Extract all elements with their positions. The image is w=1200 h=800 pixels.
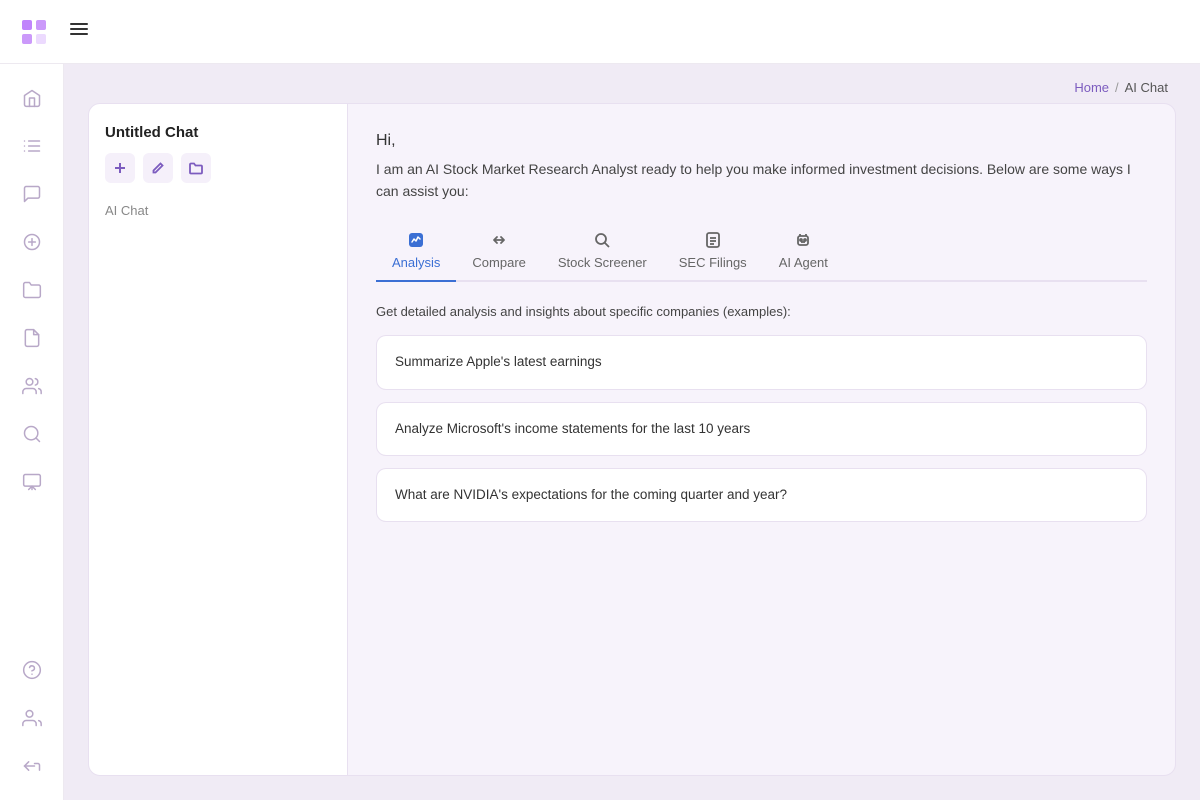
breadcrumb-separator: / (1115, 80, 1119, 95)
sidebar-item-export[interactable] (10, 744, 54, 788)
edit-chat-button[interactable] (143, 153, 173, 183)
new-chat-button[interactable] (105, 153, 135, 183)
topbar (0, 0, 1200, 64)
chat-label: AI Chat (105, 199, 331, 222)
tabs-container: Analysis Compare Stock Screener (376, 223, 1147, 282)
example-card-3[interactable]: What are NVIDIA's expectations for the c… (376, 468, 1147, 522)
tab-stock-screener[interactable]: Stock Screener (542, 223, 663, 282)
sidebar (0, 64, 64, 800)
intro-text: I am an AI Stock Market Research Analyst… (376, 158, 1147, 203)
sidebar-item-home[interactable] (10, 76, 54, 120)
sidebar-item-folder[interactable] (10, 268, 54, 312)
breadcrumb-home[interactable]: Home (1074, 80, 1109, 95)
sidebar-item-team[interactable] (10, 696, 54, 740)
sidebar-item-document[interactable] (10, 316, 54, 360)
sidebar-item-add[interactable] (10, 220, 54, 264)
chat-sidebar: Untitled Chat AI Chat (88, 103, 348, 776)
chat-main: Hi, I am an AI Stock Market Research Ana… (348, 103, 1176, 776)
sidebar-item-download[interactable] (10, 460, 54, 504)
example-card-1[interactable]: Summarize Apple's latest earnings (376, 335, 1147, 389)
breadcrumb: Home / AI Chat (64, 64, 1200, 103)
tab-analysis[interactable]: Analysis (376, 223, 456, 282)
chat-content: Hi, I am an AI Stock Market Research Ana… (348, 104, 1175, 775)
breadcrumb-current: AI Chat (1125, 80, 1168, 95)
app-logo (16, 14, 52, 50)
sidebar-item-search[interactable] (10, 412, 54, 456)
example-card-2[interactable]: Analyze Microsoft's income statements fo… (376, 402, 1147, 456)
chat-title: Untitled Chat (105, 124, 331, 141)
menu-button[interactable] (68, 18, 90, 45)
sidebar-item-list[interactable] (10, 124, 54, 168)
sidebar-item-help[interactable] (10, 648, 54, 692)
chat-actions (105, 153, 331, 183)
tab-sec-filings[interactable]: SEC Filings (663, 223, 763, 282)
folder-chat-button[interactable] (181, 153, 211, 183)
section-description: Get detailed analysis and insights about… (376, 302, 1147, 322)
sidebar-item-users[interactable] (10, 364, 54, 408)
sidebar-item-chat[interactable] (10, 172, 54, 216)
tab-ai-agent[interactable]: AI Agent (763, 223, 844, 282)
greeting: Hi, (376, 132, 1147, 150)
tab-compare[interactable]: Compare (456, 223, 541, 282)
content-area: Untitled Chat AI Chat Hi, I am an AI Sto… (64, 103, 1200, 800)
